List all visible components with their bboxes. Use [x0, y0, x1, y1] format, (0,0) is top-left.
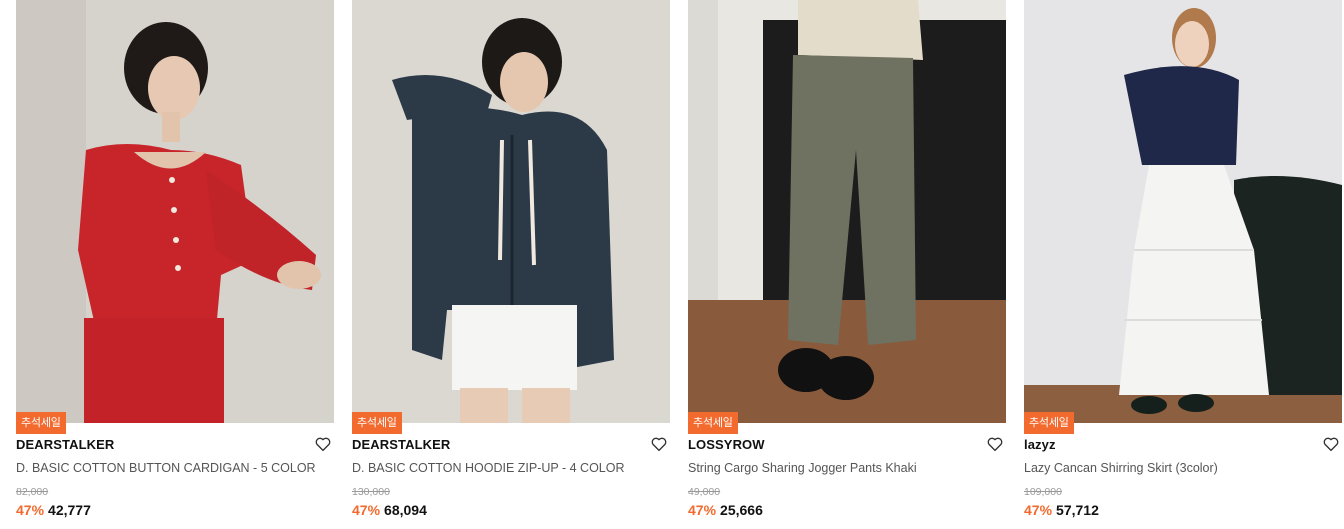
sale-badge: 추석세일 — [688, 412, 738, 434]
price-row: 47% 42,777 — [16, 502, 91, 518]
product-image[interactable] — [688, 0, 1006, 423]
product-grid: 추석세일 DEARSTALKER D. BASIC COTTON BUTTON … — [0, 0, 1344, 529]
price-row: 47% 57,712 — [1024, 502, 1099, 518]
price-row: 47% 25,666 — [688, 502, 763, 518]
sale-price: 57,712 — [1056, 502, 1099, 518]
original-price: 49,000 — [688, 486, 721, 498]
sale-price: 42,777 — [48, 502, 91, 518]
product-card[interactable]: 추석세일 DEARSTALKER D. BASIC COTTON HOODIE … — [352, 0, 670, 529]
brand-name[interactable]: LOSSYROW — [688, 437, 765, 452]
brand-name[interactable]: DEARSTALKER — [16, 437, 114, 452]
discount-rate: 47% — [352, 502, 381, 518]
product-name[interactable]: Lazy Cancan Shirring Skirt (3color) — [1024, 461, 1324, 475]
sale-price: 25,666 — [720, 502, 763, 518]
product-card[interactable]: 추석세일 LOSSYROW String Cargo Sharing Jogge… — [688, 0, 1006, 529]
sale-badge: 추석세일 — [352, 412, 402, 434]
brand-name[interactable]: DEARSTALKER — [352, 437, 450, 452]
original-price: 109,000 — [1024, 486, 1062, 498]
sale-price: 68,094 — [384, 502, 427, 518]
product-image[interactable] — [352, 0, 670, 423]
price-row: 47% 68,094 — [352, 502, 427, 518]
product-name[interactable]: D. BASIC COTTON BUTTON CARDIGAN - 5 COLO… — [16, 461, 316, 475]
sale-badge: 추석세일 — [16, 412, 66, 434]
heart-outline-icon[interactable] — [986, 435, 1004, 453]
original-price: 130,000 — [352, 486, 390, 498]
product-image[interactable] — [1024, 0, 1342, 423]
product-image[interactable] — [16, 0, 334, 423]
heart-outline-icon[interactable] — [650, 435, 668, 453]
product-name[interactable]: String Cargo Sharing Jogger Pants Khaki — [688, 461, 988, 475]
heart-outline-icon[interactable] — [1322, 435, 1340, 453]
discount-rate: 47% — [688, 502, 717, 518]
sale-badge: 추석세일 — [1024, 412, 1074, 434]
discount-rate: 47% — [16, 502, 45, 518]
product-name[interactable]: D. BASIC COTTON HOODIE ZIP-UP - 4 COLOR — [352, 461, 652, 475]
original-price: 82,000 — [16, 486, 49, 498]
heart-outline-icon[interactable] — [314, 435, 332, 453]
product-card[interactable]: 추석세일 lazyz Lazy Cancan Shirring Skirt (3… — [1024, 0, 1342, 529]
product-card[interactable]: 추석세일 DEARSTALKER D. BASIC COTTON BUTTON … — [16, 0, 334, 529]
brand-name[interactable]: lazyz — [1024, 437, 1056, 452]
discount-rate: 47% — [1024, 502, 1053, 518]
